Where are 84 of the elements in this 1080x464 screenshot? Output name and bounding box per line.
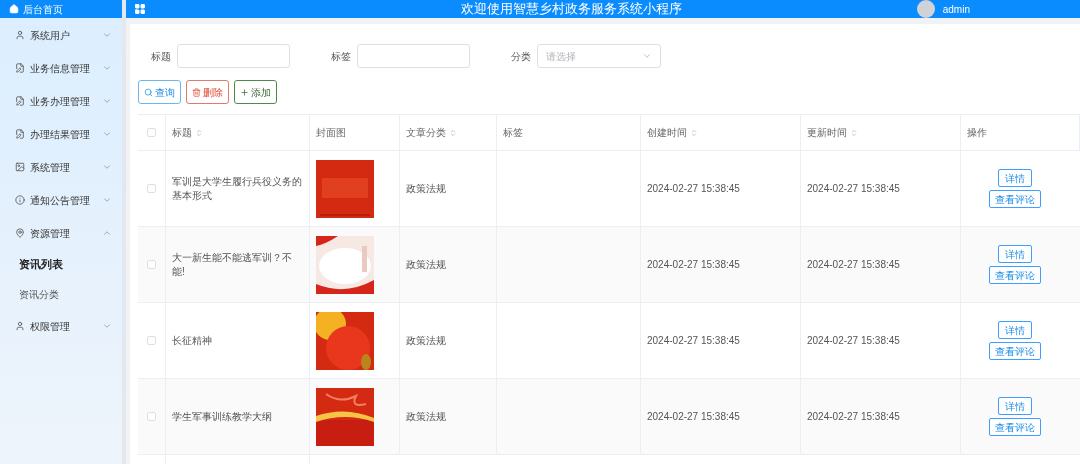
chevron-up-icon: [102, 228, 112, 238]
row-checkbox[interactable]: [147, 412, 156, 421]
table-cell-text: 2024-02-27 15:38:45: [647, 258, 740, 272]
row-checkbox[interactable]: [147, 336, 156, 345]
trash-icon: [192, 87, 201, 97]
column-header[interactable]: 标题: [172, 125, 192, 140]
sort-icon[interactable]: [850, 128, 858, 137]
column-header: 标签: [503, 126, 523, 140]
filter-label: 标签: [330, 49, 351, 64]
details-button[interactable]: 详情: [997, 321, 1032, 339]
document-icon: [15, 96, 25, 106]
sidebar-menu-item[interactable]: 办理结果管理: [0, 118, 122, 150]
table-cell-text: 政策法规: [406, 258, 446, 272]
table-cell-text: 2024-02-27 15:38:45: [647, 182, 740, 196]
sidebar-menu-item[interactable]: 系统用户: [0, 19, 122, 51]
column-header[interactable]: 文章分类: [406, 125, 446, 140]
details-button[interactable]: 详情: [997, 245, 1032, 263]
table-cell-text: 2024-02-27 15:38:45: [807, 334, 900, 348]
sidebar-menu-item[interactable]: 通知公告管理: [0, 184, 122, 216]
row-checkbox[interactable]: [147, 184, 156, 193]
column-header[interactable]: 更新时间: [807, 125, 847, 140]
search-icon: [144, 87, 153, 97]
delete-button[interactable]: 删除: [186, 80, 229, 104]
table-cell-text: 2024-02-27 15:38:45: [807, 258, 900, 272]
table-cell-text: 政策法规: [406, 182, 446, 196]
search-button[interactable]: 查询: [138, 80, 181, 104]
column-header[interactable]: 创建时间: [647, 125, 687, 140]
details-button[interactable]: 详情: [997, 397, 1032, 415]
chevron-down-icon: [102, 96, 112, 106]
chevron-down-icon: [102, 63, 112, 73]
column-header: 封面图: [316, 126, 346, 140]
row-checkbox[interactable]: [147, 260, 156, 269]
chevron-down-icon: [102, 162, 112, 172]
document-icon: [15, 63, 25, 73]
sidebar-menu-item[interactable]: 系统管理: [0, 151, 122, 183]
sidebar-menu-item[interactable]: 业务信息管理: [0, 52, 122, 84]
comments-button[interactable]: 查看评论: [988, 190, 1041, 208]
filter-label: 分类: [510, 49, 531, 64]
table-cell-text: 2024-02-27 15:38:45: [807, 410, 900, 424]
info-icon: [15, 195, 25, 205]
sidebar-menu-item[interactable]: 业务办理管理: [0, 85, 122, 117]
sidebar-home-link[interactable]: 后台首页: [0, 0, 122, 18]
submenu-item[interactable]: 资讯分类: [0, 279, 122, 309]
filter-input[interactable]: [177, 44, 290, 68]
filter-label: 标题: [150, 49, 171, 64]
details-button[interactable]: 详情: [997, 169, 1032, 187]
add-button[interactable]: 添加: [234, 80, 277, 104]
table-cell-text: 2024-02-27 15:38:45: [807, 182, 900, 196]
sort-icon[interactable]: [195, 128, 203, 137]
sidebar-menu-item[interactable]: 资源管理: [0, 217, 122, 249]
user-icon: [15, 321, 25, 331]
plus-icon: [240, 87, 249, 97]
chevron-down-icon: [102, 129, 112, 139]
table-cell: 长征精神: [172, 333, 212, 348]
sort-icon[interactable]: [690, 128, 698, 137]
comments-button[interactable]: 查看评论: [988, 418, 1041, 436]
submenu-item[interactable]: 资讯列表: [0, 249, 122, 279]
pin-icon: [15, 228, 25, 238]
sidebar-menu-item[interactable]: 权限管理: [0, 310, 122, 342]
table-cell-text: 2024-02-27 15:38:45: [647, 334, 740, 348]
avatar[interactable]: [916, 0, 935, 18]
select-all-checkbox[interactable]: [147, 128, 156, 137]
chevron-down-icon: [642, 51, 652, 61]
home-icon: [9, 4, 19, 14]
table-cell: 军训是大学生履行兵役义务的基本形式: [172, 174, 303, 203]
image-icon: [15, 162, 25, 172]
column-header: 操作: [967, 126, 987, 140]
document-icon: [15, 129, 25, 139]
chevron-down-icon: [102, 321, 112, 331]
sort-icon[interactable]: [449, 128, 457, 137]
table-cell-text: 2024-02-27 15:38:45: [647, 410, 740, 424]
table-cell: 学生军事训练教学大纲: [172, 409, 272, 424]
table-cell-text: 大一新生能不能逃军训？不能!: [172, 250, 293, 279]
chevron-down-icon: [102, 30, 112, 40]
table-cell-text: 政策法规: [406, 410, 446, 424]
user-icon: [15, 30, 25, 40]
comments-button[interactable]: 查看评论: [988, 266, 1041, 284]
username: admin: [942, 2, 970, 17]
chevron-down-icon: [102, 195, 112, 205]
menu-icon[interactable]: [134, 3, 146, 15]
filter-input[interactable]: [357, 44, 470, 68]
page-title: 欢迎使用智慧乡村政务服务系统小程序: [459, 0, 683, 19]
table-cell-text: 政策法规: [406, 334, 446, 348]
comments-button[interactable]: 查看评论: [988, 342, 1041, 360]
